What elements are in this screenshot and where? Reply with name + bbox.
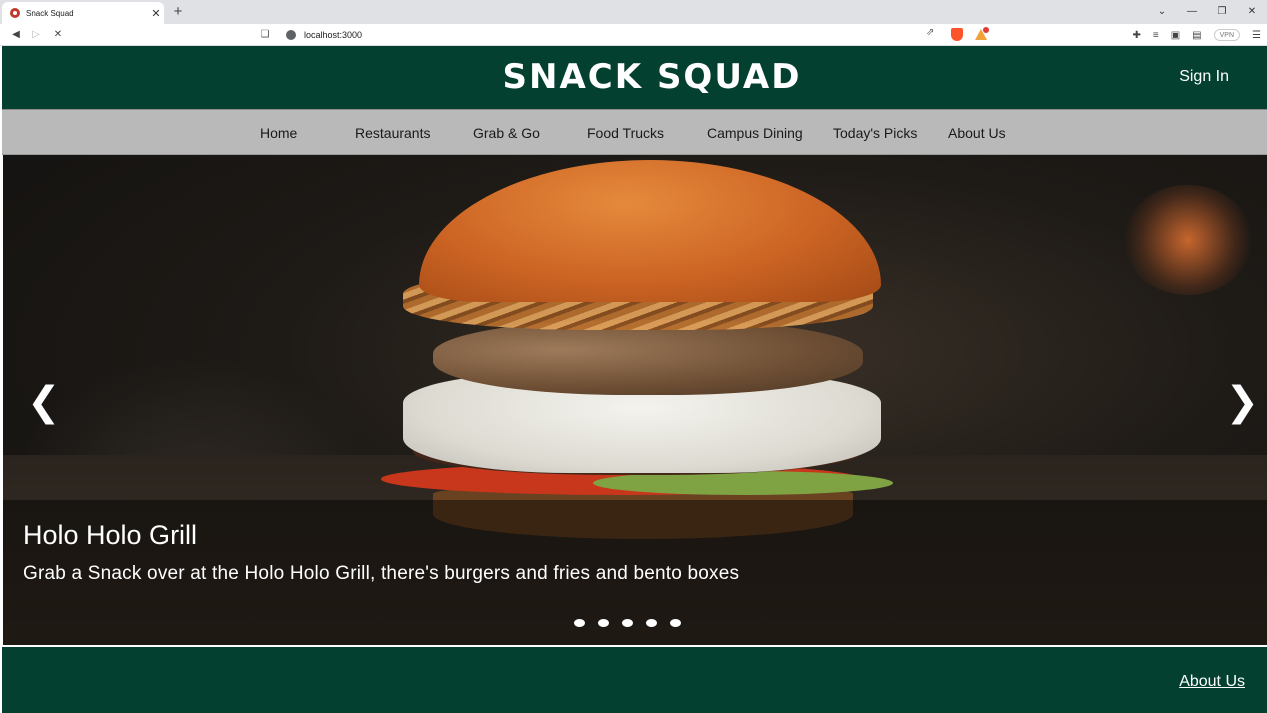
wallet-icon[interactable]: ▤ <box>1192 30 1201 41</box>
extensions-puzzle-icon[interactable]: ✚ <box>1132 30 1140 41</box>
sign-in-link[interactable]: Sign In <box>1179 68 1229 86</box>
close-window-button[interactable]: ✕ <box>1237 0 1267 24</box>
carousel-indicator-dot[interactable] <box>670 619 681 627</box>
menu-icon[interactable]: ☰ <box>1252 30 1261 41</box>
nav-grab-and-go[interactable]: Grab & Go <box>473 110 540 156</box>
page: SNACK SQUAD Sign In Home Restaurants Gra… <box>2 46 1267 713</box>
tab-close-icon[interactable]: ✕ <box>148 7 164 20</box>
carousel-indicator-dot[interactable] <box>574 619 585 627</box>
address-bar[interactable]: localhost:3000 <box>282 26 942 44</box>
main-nav: Home Restaurants Grab & Go Food Trucks C… <box>2 109 1267 155</box>
nav-home[interactable]: Home <box>260 110 297 156</box>
share-icon[interactable]: ⇗ <box>926 27 934 38</box>
forward-icon[interactable]: ▷ <box>28 27 44 43</box>
restore-button[interactable]: ❐ <box>1207 0 1237 24</box>
sidebar-icon[interactable]: ▣ <box>1171 30 1180 41</box>
site-logo[interactable]: SNACK SQUAD <box>2 46 1267 109</box>
back-icon[interactable]: ◀ <box>8 27 24 43</box>
carousel-indicator-dot[interactable] <box>646 619 657 627</box>
new-tab-button[interactable]: + <box>170 3 186 21</box>
hero-carousel: Holo Holo Grill Grab a Snack over at the… <box>3 155 1267 645</box>
browser-tab-strip: Snack Squad ✕ + ⌄ — ❐ ✕ <box>0 0 1267 24</box>
tab-search-icon[interactable]: ⌄ <box>1147 0 1177 24</box>
nav-todays-picks[interactable]: Today's Picks <box>833 110 917 156</box>
extension-icons: ✚ ≡ ▣ ▤ VPN ☰ <box>1120 27 1261 43</box>
tab-title: Snack Squad <box>26 8 74 18</box>
minimize-button[interactable]: — <box>1177 0 1207 24</box>
carousel-caption: Grab a Snack over at the Holo Holo Grill… <box>23 563 740 584</box>
browser-tab[interactable]: Snack Squad ✕ <box>2 2 164 24</box>
carousel-indicator-dot[interactable] <box>598 619 609 627</box>
nav-campus-dining[interactable]: Campus Dining <box>707 110 803 156</box>
window-controls: ⌄ — ❐ ✕ <box>1147 0 1267 24</box>
nav-food-trucks[interactable]: Food Trucks <box>587 110 664 156</box>
playlist-icon[interactable]: ≡ <box>1153 30 1159 41</box>
site-info-icon[interactable] <box>286 30 296 40</box>
stop-loading-icon[interactable]: ✕ <box>50 27 66 43</box>
carousel-prev-icon[interactable]: ❮ <box>27 377 61 427</box>
vpn-button[interactable]: VPN <box>1213 29 1241 41</box>
bookmark-icon[interactable]: ❏ <box>258 27 272 43</box>
brave-shields-icon[interactable] <box>951 28 963 41</box>
nav-restaurants[interactable]: Restaurants <box>355 110 430 156</box>
carousel-title: Holo Holo Grill <box>23 520 198 550</box>
carousel-next-icon[interactable]: ❯ <box>1225 377 1259 427</box>
carousel-indicators <box>574 619 694 627</box>
browser-toolbar: ◀ ▷ ✕ ❏ localhost:3000 ⇗ ✚ ≡ ▣ ▤ VPN ☰ <box>0 24 1267 46</box>
url-text[interactable]: localhost:3000 <box>304 30 362 40</box>
site-header: SNACK SQUAD Sign In <box>2 46 1267 109</box>
site-footer: About Us <box>2 647 1267 713</box>
nav-about-us[interactable]: About Us <box>948 110 1006 156</box>
favicon-icon <box>10 8 20 18</box>
carousel-indicator-dot[interactable] <box>622 619 633 627</box>
rewards-badge <box>983 27 989 33</box>
footer-about-link[interactable]: About Us <box>1179 673 1245 691</box>
